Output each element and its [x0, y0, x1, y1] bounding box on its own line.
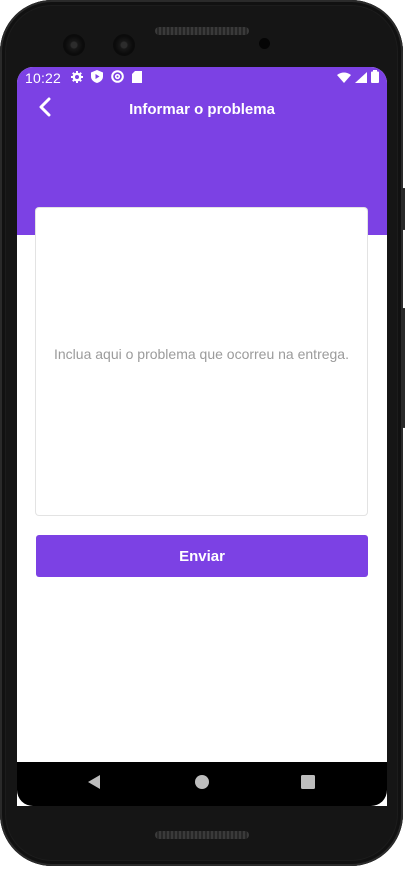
front-camera-left: [63, 34, 85, 56]
home-circle-icon: [194, 774, 210, 795]
nav-recents-button[interactable]: [286, 762, 330, 806]
app-bar: Informar o problema: [17, 89, 387, 131]
nav-back-button[interactable]: [72, 762, 116, 806]
status-left-icons: [71, 70, 143, 86]
settings-icon: [71, 70, 84, 86]
status-right-icons: [337, 70, 379, 86]
proximity-sensor: [259, 38, 270, 49]
problem-card: [36, 208, 367, 515]
battery-icon: [371, 70, 379, 86]
top-speaker: [155, 27, 249, 35]
android-navigation-bar: [17, 762, 387, 806]
at-sign-icon: [111, 70, 124, 86]
recents-square-icon: [301, 774, 315, 794]
status-time: 10:22: [25, 70, 62, 86]
wifi-icon: [337, 70, 351, 86]
submit-button[interactable]: Enviar: [36, 535, 368, 577]
sd-card-icon: [132, 70, 143, 86]
back-triangle-icon: [87, 774, 101, 795]
app-screen: 10:22 Informar o problema Inclua aqui o …: [17, 67, 387, 806]
status-bar: 10:22: [17, 67, 387, 89]
nav-home-button[interactable]: [180, 762, 224, 806]
problem-description-input[interactable]: [36, 208, 367, 515]
bottom-speaker: [155, 831, 249, 839]
front-camera-right: [113, 34, 135, 56]
page-title: Informar o problema: [129, 101, 275, 118]
signal-icon: [355, 70, 367, 86]
play-protect-icon: [91, 70, 104, 86]
